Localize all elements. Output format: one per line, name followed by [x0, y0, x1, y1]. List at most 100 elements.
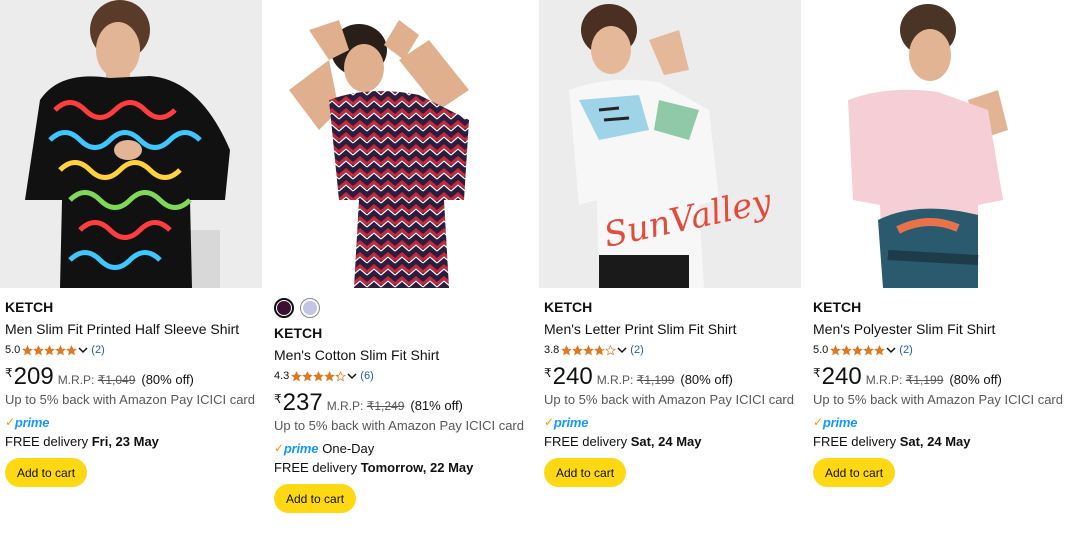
- price-row: ₹ 240 M.R.P: ₹1,199 (80% off): [544, 363, 801, 391]
- product-card[interactable]: KETCH Men Slim Fit Printed Half Sleeve S…: [0, 0, 262, 544]
- mrp-label: M.R.P:: [326, 399, 364, 413]
- product-title[interactable]: Men's Cotton Slim Fit Shirt: [274, 345, 531, 365]
- mrp: M.R.P: ₹1,049: [58, 373, 136, 387]
- product-title[interactable]: Men's Polyester Slim Fit Shirt: [813, 319, 1070, 339]
- mrp-label: M.R.P:: [865, 373, 903, 387]
- color-swatch-selected[interactable]: [274, 298, 294, 318]
- star-icon: [874, 344, 886, 356]
- product-image[interactable]: [808, 0, 1070, 288]
- star-icon: [66, 344, 78, 356]
- rating-count-link[interactable]: (6): [360, 369, 373, 383]
- discount: (80% off): [141, 372, 194, 387]
- price: 240: [552, 363, 593, 390]
- mrp-value: ₹1,199: [636, 373, 675, 387]
- rating-count-link[interactable]: (2): [91, 343, 104, 357]
- product-card[interactable]: KETCH Men's Cotton Slim Fit Shirt 4.3 (6…: [269, 0, 531, 544]
- delivery-info: FREE delivery Tomorrow, 22 May: [274, 460, 531, 476]
- star-icon: [291, 370, 303, 382]
- delivery-info: FREE delivery Fri, 23 May: [5, 434, 262, 450]
- star-rating[interactable]: [561, 344, 617, 356]
- star-icon: [830, 344, 842, 356]
- rating-count-link[interactable]: (2): [630, 343, 643, 357]
- delivery-date: Tomorrow, 22 May: [360, 460, 474, 475]
- product-image[interactable]: [269, 0, 531, 288]
- star-icon: [33, 344, 45, 356]
- rating-value: 5.0: [5, 344, 21, 356]
- product-brand: KETCH: [813, 299, 862, 315]
- star-rating[interactable]: [291, 370, 347, 382]
- rating-row: 4.3 (6): [274, 369, 531, 383]
- shirt-photo-icon: [269, 0, 531, 288]
- price-row: ₹ 237 M.R.P: ₹1,249 (81% off): [274, 389, 531, 417]
- rating-value: 5.0: [813, 344, 829, 356]
- product-card[interactable]: KETCH Men's Polyester Slim Fit Shirt 5.0…: [808, 0, 1070, 544]
- rating-row: 3.8 (2): [544, 343, 801, 357]
- cashback-offer: Up to 5% back with Amazon Pay ICICI card: [5, 392, 255, 407]
- rating-count-link[interactable]: (2): [899, 343, 912, 357]
- prime-label: prime: [553, 414, 589, 430]
- mrp: M.R.P: ₹1,199: [597, 373, 675, 387]
- color-swatch[interactable]: [300, 298, 320, 318]
- star-icon: [22, 344, 34, 356]
- product-brand: KETCH: [544, 299, 593, 315]
- delivery-prefix: FREE delivery: [813, 434, 897, 449]
- product-image[interactable]: [0, 0, 262, 288]
- prime-row: ✓ prime: [813, 414, 1070, 430]
- cashback-offer: Up to 5% back with Amazon Pay ICICI card: [274, 418, 524, 433]
- star-icon: [841, 344, 853, 356]
- shirt-photo-icon: [808, 0, 1070, 288]
- prime-row: ✓ prime: [544, 414, 801, 430]
- prime-row: ✓ prime: [5, 414, 262, 430]
- star-rating[interactable]: [830, 344, 886, 356]
- star-icon: [302, 370, 314, 382]
- delivery-prefix: FREE delivery: [5, 434, 89, 449]
- product-title[interactable]: Men's Letter Print Slim Fit Shirt: [544, 319, 801, 339]
- delivery-info: FREE delivery Sat, 24 May: [544, 434, 801, 450]
- product-brand: KETCH: [274, 325, 323, 341]
- discount: (80% off): [680, 372, 733, 387]
- add-to-cart-button[interactable]: Add to cart: [813, 458, 896, 487]
- color-swatches: [274, 297, 531, 319]
- discount: (81% off): [410, 398, 463, 413]
- mrp-label: M.R.P:: [57, 373, 95, 387]
- shirt-photo-icon: SunValley: [539, 0, 801, 288]
- discount: (80% off): [949, 372, 1002, 387]
- add-to-cart-button[interactable]: Add to cart: [274, 484, 357, 513]
- chevron-down-icon[interactable]: [78, 345, 88, 355]
- mrp-value: ₹1,049: [97, 373, 136, 387]
- delivery-date: Fri, 23 May: [91, 434, 159, 449]
- product-grid: KETCH Men Slim Fit Printed Half Sleeve S…: [0, 0, 1070, 544]
- price-row: ₹ 240 M.R.P: ₹1,199 (80% off): [813, 363, 1070, 391]
- currency-symbol: ₹: [544, 366, 552, 380]
- rating-value: 3.8: [544, 344, 560, 356]
- currency-symbol: ₹: [813, 366, 821, 380]
- price: 209: [13, 363, 54, 390]
- prime-logo-icon: ✓ prime: [274, 440, 319, 456]
- product-image[interactable]: SunValley: [539, 0, 801, 288]
- mrp-value: ₹1,199: [905, 373, 944, 387]
- currency-symbol: ₹: [274, 392, 282, 406]
- prime-speed: One-Day: [322, 440, 375, 456]
- price: 240: [821, 363, 862, 390]
- star-icon: [335, 370, 347, 382]
- prime-label: prime: [822, 414, 858, 430]
- chevron-down-icon[interactable]: [617, 345, 627, 355]
- prime-label: prime: [14, 414, 50, 430]
- star-rating[interactable]: [22, 344, 78, 356]
- product-brand: KETCH: [5, 299, 54, 315]
- product-card[interactable]: SunValley KETCH Men's Letter Print Slim …: [539, 0, 801, 544]
- chevron-down-icon[interactable]: [347, 371, 357, 381]
- product-title[interactable]: Men Slim Fit Printed Half Sleeve Shirt: [5, 319, 262, 339]
- mrp: M.R.P: ₹1,199: [866, 373, 944, 387]
- shirt-photo-icon: [0, 0, 262, 288]
- prime-row: ✓ prime One-Day: [274, 440, 531, 456]
- star-icon: [313, 370, 325, 382]
- add-to-cart-button[interactable]: Add to cart: [5, 458, 88, 487]
- rating-row: 5.0 (2): [5, 343, 262, 357]
- add-to-cart-button[interactable]: Add to cart: [544, 458, 627, 487]
- chevron-down-icon[interactable]: [886, 345, 896, 355]
- star-icon: [852, 344, 864, 356]
- star-icon: [863, 344, 875, 356]
- prime-logo-icon: ✓ prime: [5, 414, 50, 430]
- price-row: ₹ 209 M.R.P: ₹1,049 (80% off): [5, 363, 262, 391]
